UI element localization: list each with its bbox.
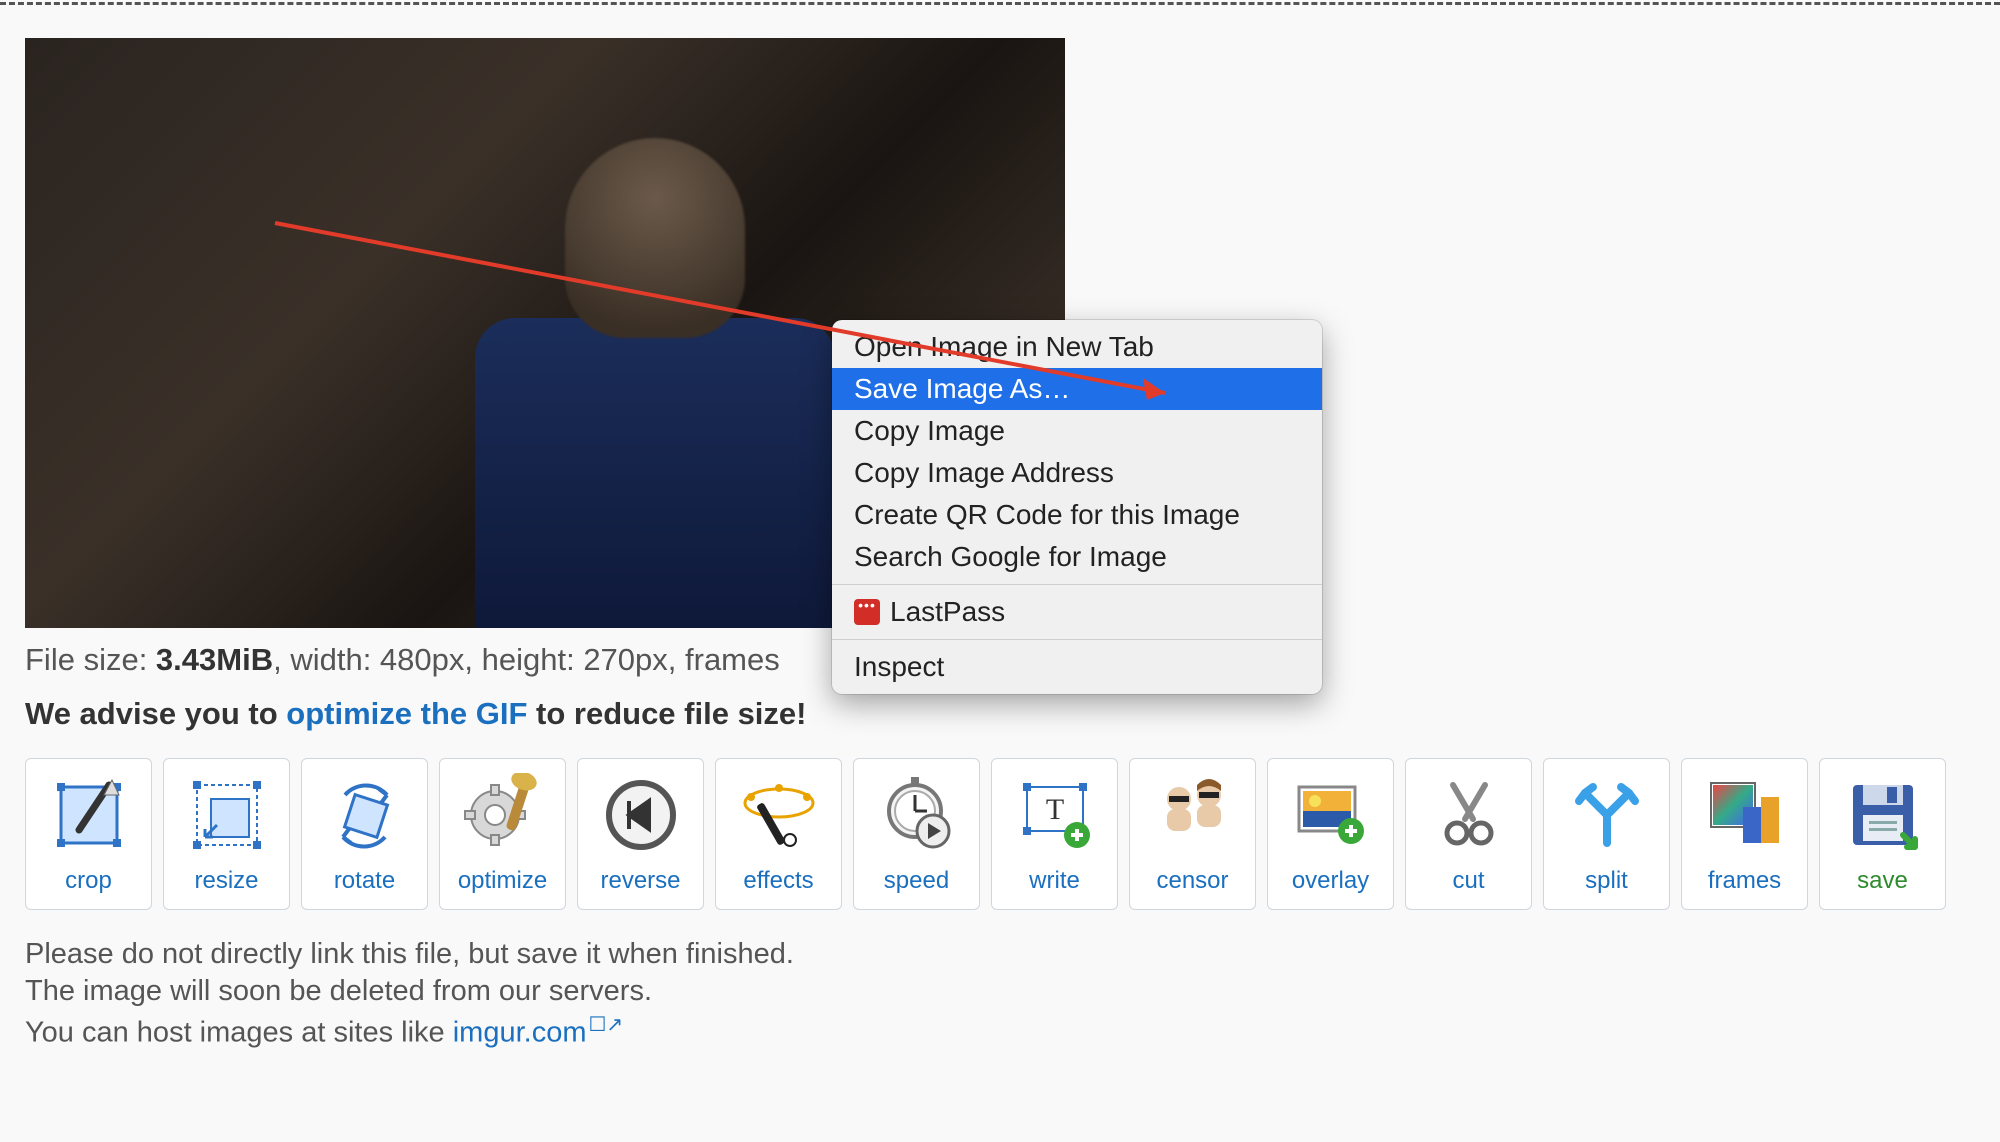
tool-resize[interactable]: resize [163,758,290,910]
tool-effects[interactable]: effects [715,758,842,910]
crop-icon [45,771,133,859]
file-height-value: 270px [583,642,667,677]
tool-speed[interactable]: speed [853,758,980,910]
tool-effects-label: effects [743,867,813,895]
tool-reverse[interactable]: reverse [577,758,704,910]
tool-overlay[interactable]: overlay [1267,758,1394,910]
tool-split[interactable]: split [1543,758,1670,910]
tool-resize-label: resize [194,867,258,895]
optimize-icon [459,771,547,859]
tool-reverse-label: reverse [600,867,680,895]
rotate-icon [321,771,409,859]
menu-create-qr-code[interactable]: Create QR Code for this Image [832,494,1322,536]
tool-overlay-label: overlay [1292,867,1369,895]
tool-write[interactable]: T write [991,758,1118,910]
footer-line-2: The image will soon be deleted from our … [25,975,1975,1008]
effects-icon [735,771,823,859]
tool-save-label: save [1857,867,1908,895]
optimize-advise: We advise you to optimize the GIF to red… [25,696,1975,732]
tool-optimize-label: optimize [458,867,547,895]
optimize-link[interactable]: optimize the GIF [286,696,527,731]
save-icon [1839,771,1927,859]
cut-icon [1425,771,1513,859]
censor-icon [1149,771,1237,859]
advise-after: to reduce file size! [527,696,806,731]
tool-crop-label: crop [65,867,112,895]
tool-rotate[interactable]: rotate [301,758,428,910]
menu-lastpass[interactable]: LastPass [832,591,1322,633]
tool-cut[interactable]: cut [1405,758,1532,910]
tool-rotate-label: rotate [334,867,395,895]
footer-line-3-before: You can host images at sites like [25,1017,453,1049]
tool-optimize[interactable]: optimize [439,758,566,910]
external-link-icon: ☐↗ [589,1014,624,1036]
lastpass-icon [854,599,880,625]
advise-before: We advise you to [25,696,286,731]
footer-line-1: Please do not directly link this file, b… [25,938,1975,971]
menu-copy-image-address[interactable]: Copy Image Address [832,452,1322,494]
tool-speed-label: speed [884,867,949,895]
write-icon: T [1011,771,1099,859]
menu-search-google-image[interactable]: Search Google for Image [832,536,1322,578]
file-height-label: , height: [464,642,583,677]
svg-text:T: T [1045,793,1063,826]
menu-separator-1 [832,584,1322,585]
file-width-value: 480px [380,642,464,677]
split-icon [1563,771,1651,859]
menu-inspect[interactable]: Inspect [832,646,1322,688]
tool-crop[interactable]: crop [25,758,152,910]
footer-line-3: You can host images at sites like imgur.… [25,1012,1975,1050]
reverse-icon [597,771,685,859]
menu-lastpass-label: LastPass [890,596,1005,627]
tool-frames[interactable]: frames [1681,758,1808,910]
overlay-icon [1287,771,1375,859]
footer-text: Please do not directly link this file, b… [25,938,1975,1050]
menu-save-image-as[interactable]: Save Image As… [832,368,1322,410]
tool-write-label: write [1029,867,1080,895]
tool-save[interactable]: save [1819,758,1946,910]
file-width-label: , width: [273,642,380,677]
file-size-value: 3.43MiB [156,642,273,677]
dashed-top-border [0,2,2000,5]
tool-frames-label: frames [1708,867,1781,895]
menu-open-image-new-tab[interactable]: Open Image in New Tab [832,326,1322,368]
imgur-link[interactable]: imgur.com [453,1017,587,1049]
frames-icon [1701,771,1789,859]
tool-cut-label: cut [1452,867,1484,895]
resize-icon [183,771,271,859]
file-size-prefix: File size: [25,642,156,677]
toolbar: crop resize [25,758,1975,910]
file-frames-label: , frames [668,642,780,677]
tool-split-label: split [1585,867,1628,895]
menu-copy-image[interactable]: Copy Image [832,410,1322,452]
speed-icon [873,771,961,859]
tool-censor-label: censor [1156,867,1228,895]
menu-separator-2 [832,639,1322,640]
context-menu: Open Image in New Tab Save Image As… Cop… [832,320,1322,694]
tool-censor[interactable]: censor [1129,758,1256,910]
